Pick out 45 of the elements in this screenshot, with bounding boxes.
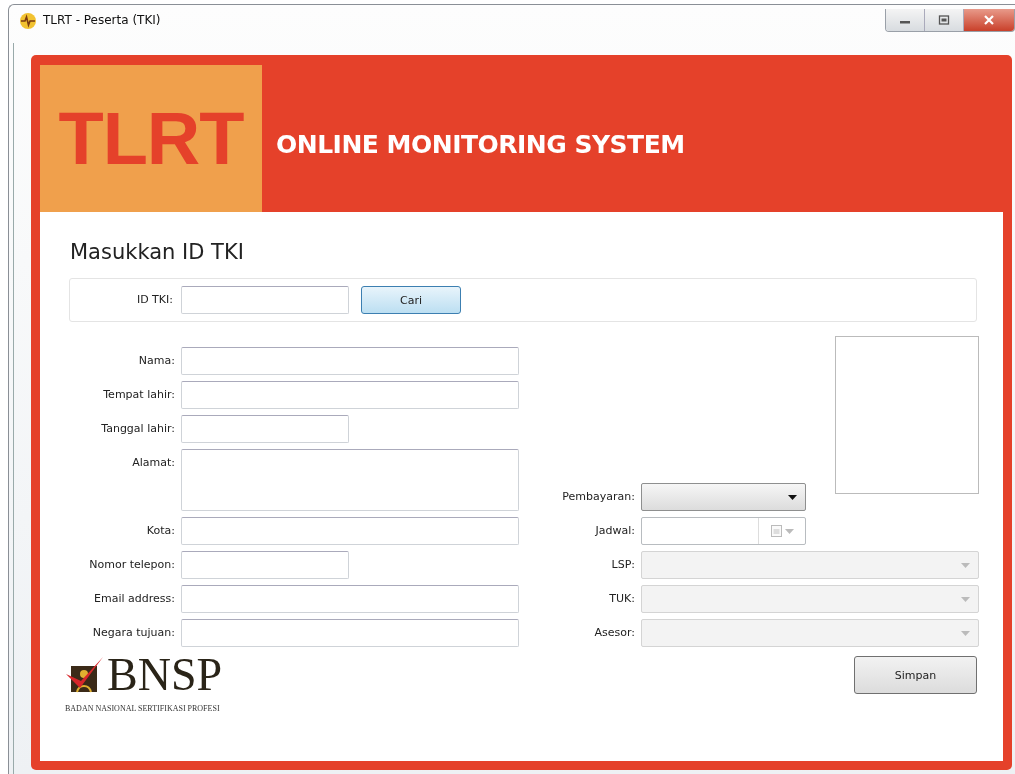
input-field[interactable] <box>181 619 519 647</box>
app-icon <box>19 12 37 30</box>
id-input-field[interactable] <box>181 286 349 314</box>
dropdown[interactable] <box>641 483 806 511</box>
caret-icon <box>961 630 970 636</box>
maximize-icon <box>938 15 950 25</box>
caret-icon <box>961 596 970 602</box>
save-button[interactable]: Simpan <box>854 656 977 694</box>
field-label: Nomor telepon: <box>88 557 175 573</box>
close-button[interactable] <box>964 9 1014 31</box>
caret-icon <box>788 494 797 500</box>
search-button[interactable]: Cari <box>361 286 461 314</box>
field-label: Tempat lahir: <box>102 387 175 403</box>
date-picker[interactable] <box>641 517 806 545</box>
field-label: Jadwal: <box>594 523 635 539</box>
field-label: Negara tujuan: <box>91 625 175 641</box>
section-heading: Masukkan ID TKI <box>70 240 244 264</box>
field-label: TUK: <box>608 591 635 607</box>
input-field[interactable] <box>181 415 349 443</box>
organization-logo-text: BNSP <box>107 652 223 698</box>
input-field[interactable] <box>181 381 519 409</box>
field-label: LSP: <box>610 557 635 573</box>
organization-caption: BADAN NASIONAL SERTIFIKASI PROFESI <box>65 704 221 713</box>
app-logo: TLRT <box>40 65 262 212</box>
calendar-icon <box>770 525 782 537</box>
input-field[interactable] <box>181 551 349 579</box>
field-label: Kota: <box>145 523 175 539</box>
input-field[interactable] <box>181 585 519 613</box>
app-title: ONLINE MONITORING SYSTEM <box>276 130 685 159</box>
field-label: ID TKI: <box>135 292 173 308</box>
field-label: Pembayaran: <box>561 489 635 505</box>
field-label: Tanggal lahir: <box>100 421 175 437</box>
caret-icon <box>961 562 970 568</box>
caret-icon <box>784 528 794 534</box>
field-label: Nama: <box>137 353 175 369</box>
input-field[interactable] <box>181 347 519 375</box>
field-label: Email address: <box>93 591 175 607</box>
maximize-button[interactable] <box>925 9 964 31</box>
close-icon <box>983 15 995 25</box>
address-text-area[interactable] <box>181 449 519 511</box>
minimize-button[interactable] <box>886 9 925 31</box>
input-field[interactable] <box>181 517 519 545</box>
field-label: Alamat: <box>131 455 175 471</box>
window-title: TLRT - Peserta (TKI) <box>43 13 161 27</box>
field-label: Asesor: <box>593 625 635 641</box>
